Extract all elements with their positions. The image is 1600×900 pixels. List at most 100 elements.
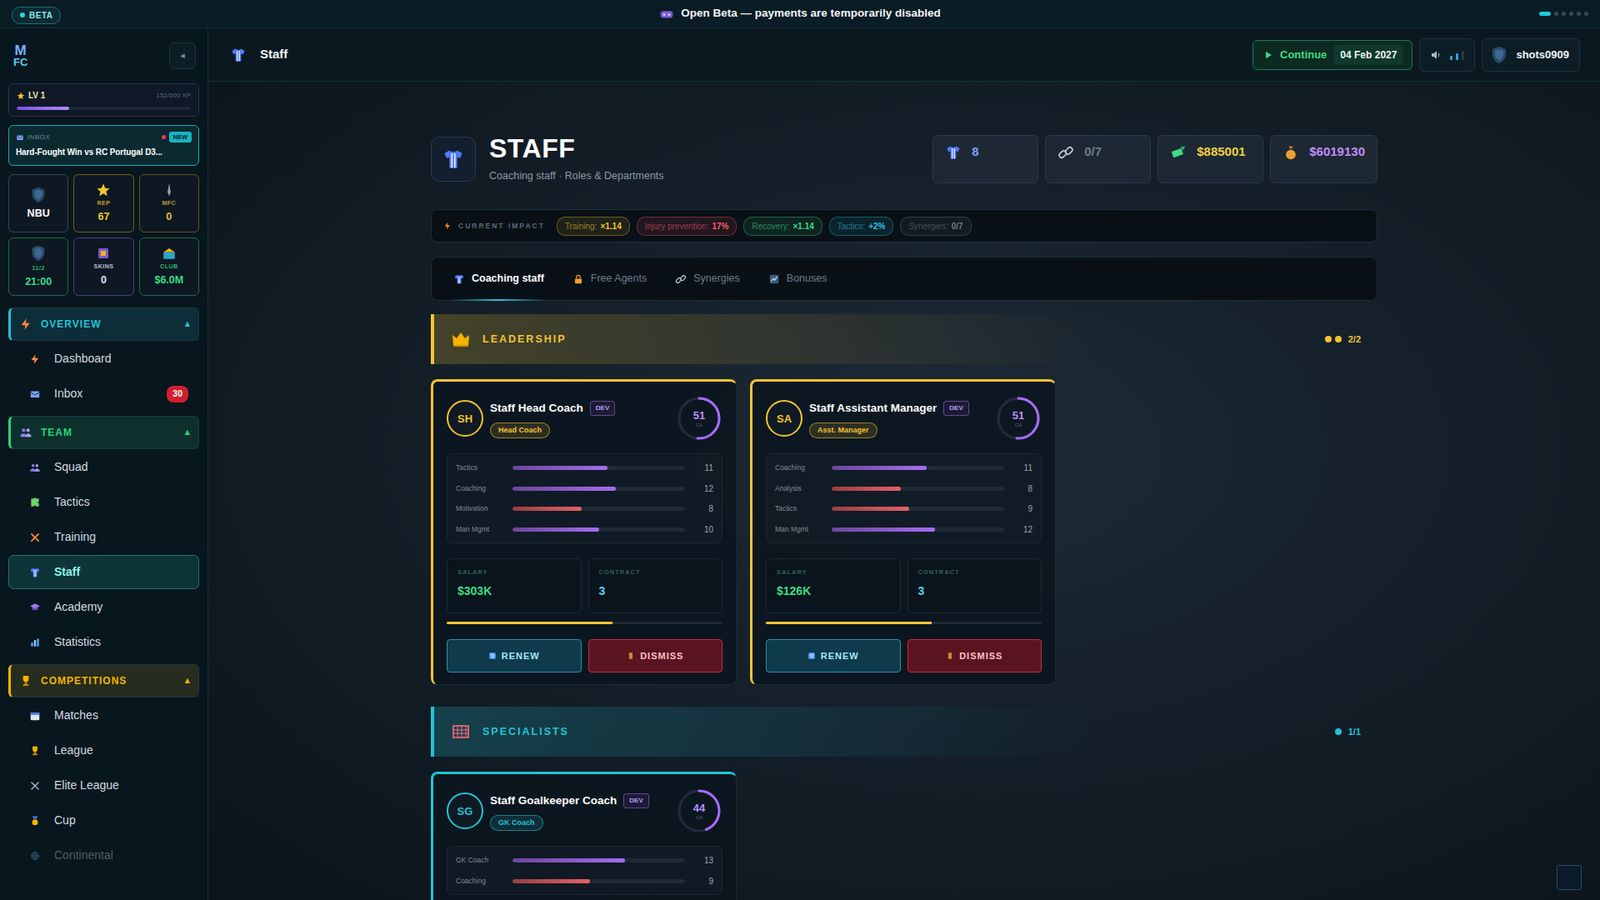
attribute-value: 11 <box>1012 461 1033 475</box>
pager-dot[interactable] <box>1561 11 1566 16</box>
stat-tile[interactable]: 11/221:00 <box>8 237 69 296</box>
section-icon <box>19 317 33 331</box>
page-subtitle: Coaching staff · Roles & Departments <box>489 168 665 185</box>
chat-widget[interactable] <box>1556 865 1582 890</box>
star-icon <box>16 91 25 100</box>
dev-badge: DEV <box>943 400 969 416</box>
attribute-bar <box>512 879 685 884</box>
contract-progress <box>765 621 1042 625</box>
rating-label: CA <box>1015 422 1022 428</box>
tab[interactable]: Coaching staff <box>445 257 553 300</box>
stat-tile[interactable]: SKINS0 <box>73 237 134 296</box>
section-toggle[interactable]: ▲ <box>185 319 190 330</box>
stat-value: $885001 <box>1196 144 1245 160</box>
sidebar-item[interactable]: Elite League <box>8 768 200 803</box>
pager-dot[interactable] <box>1584 11 1589 16</box>
pager-dot[interactable] <box>1554 11 1559 16</box>
rating-value: 51 <box>693 410 705 421</box>
volume-bar <box>1450 55 1453 60</box>
club-icon <box>161 245 177 261</box>
tile-value: 0 <box>165 209 172 225</box>
tab[interactable]: Synergies <box>666 257 749 300</box>
item-label: Elite League <box>54 776 120 795</box>
staff-badge <box>430 136 476 182</box>
nav-section-header[interactable]: TEAM▲ <box>8 415 200 450</box>
sidebar-item[interactable]: Statistics <box>8 625 200 660</box>
stat-tile[interactable]: MFC0 <box>139 174 200 233</box>
unread-dot <box>161 135 166 140</box>
section-title: LEADERSHIP <box>482 331 567 348</box>
renew-button[interactable]: RENEW <box>765 639 901 673</box>
pager-dot[interactable] <box>1569 11 1574 16</box>
impact-strip: CURRENT IMPACTTraining:×1.14Injury preve… <box>430 209 1378 243</box>
sidebar-item[interactable]: Dashboard <box>8 341 200 376</box>
slot-dot <box>1335 728 1342 735</box>
tile-label: CLUB <box>160 262 178 272</box>
staff-card[interactable]: SHStaff Head CoachDEVHead Coach51CATacti… <box>430 379 737 685</box>
sidebar-item[interactable]: Academy <box>8 590 200 625</box>
sidebar-item[interactable]: Continental <box>8 838 200 873</box>
dismiss-button[interactable]: DISMISS <box>907 639 1043 673</box>
section-toggle[interactable]: ▲ <box>185 675 190 686</box>
nav-item-icon <box>29 531 41 544</box>
dismiss-label: DISMISS <box>959 649 1003 664</box>
stat-tile[interactable]: REP67 <box>73 174 134 233</box>
stat-tile[interactable]: CLUB$6.0M <box>139 237 200 296</box>
sidebar-item[interactable]: League <box>8 733 200 768</box>
sidebar-item[interactable]: Staff <box>8 555 200 590</box>
attribute-row: Coaching11 <box>775 457 1033 479</box>
dismiss-button[interactable]: DISMISS <box>588 639 724 673</box>
renew-button[interactable]: RENEW <box>446 639 582 673</box>
sidebar-item[interactable]: Matches <box>8 698 200 733</box>
xp-text: 152/500 XP <box>155 90 191 101</box>
sidebar-item[interactable]: Squad <box>8 450 200 485</box>
sidebar-item[interactable]: Cup <box>8 803 200 838</box>
pager-dot[interactable] <box>1539 11 1551 16</box>
contract-value: 3 <box>918 582 1032 600</box>
attribute-bar <box>512 527 685 532</box>
sidebar-item[interactable]: Inbox30 <box>8 376 200 411</box>
tab[interactable]: Bonuses <box>760 257 836 300</box>
inbox-card[interactable]: INBOXNEWHard-Fought Win vs RC Portugal D… <box>8 125 200 166</box>
sound-button[interactable] <box>1419 38 1475 72</box>
impact-label: CURRENT IMPACT <box>458 220 545 232</box>
collapse-button[interactable]: ◂ <box>169 42 196 70</box>
crest-icon <box>29 244 48 263</box>
attribute-label: Motivation <box>455 503 505 515</box>
stat-tile[interactable]: NBU <box>8 174 69 233</box>
staff-card[interactable]: SAStaff Assistant ManagerDEVAsst. Manage… <box>750 379 1056 685</box>
nav-item-icon <box>29 353 41 365</box>
salary-box: SALARY$126K <box>765 558 901 614</box>
attribute-bar <box>512 486 685 491</box>
tab[interactable]: Free Agents <box>564 257 655 300</box>
stat-icon <box>1057 144 1075 161</box>
refresh-icon <box>488 651 497 660</box>
tab-label: Bonuses <box>786 270 828 287</box>
nav-item-icon <box>29 850 41 862</box>
dev-badge: DEV <box>623 793 649 809</box>
item-content: Cup <box>29 811 76 830</box>
tile-label: REP <box>97 199 111 209</box>
stat-value: 8 <box>971 144 979 160</box>
stat-tile: 8 <box>932 135 1039 184</box>
sidebar-item[interactable]: Training <box>8 520 200 555</box>
continue-button[interactable]: Continue04 Feb 2027 <box>1252 40 1413 70</box>
item-content: Statistics <box>29 633 101 651</box>
attribute-value: 8 <box>693 502 714 515</box>
nav-section-header[interactable]: COMPETITIONS▲ <box>8 664 200 698</box>
volume-bar <box>1461 50 1465 60</box>
section-toggle[interactable]: ▲ <box>185 427 190 438</box>
nav-section-header[interactable]: OVERVIEW▲ <box>8 307 200 341</box>
tile-kind <box>161 182 177 198</box>
sidebar-item[interactable]: Tactics <box>8 485 200 520</box>
stat-icon <box>1170 144 1187 161</box>
new-badge: NEW <box>169 131 193 143</box>
user-menu[interactable]: shots0909 <box>1481 38 1580 72</box>
club-logo[interactable]: MFC <box>13 45 28 66</box>
tab-bar: Coaching staff Free Agents Synergies Bonuse… <box>430 256 1378 301</box>
tile-value: $6.0M <box>154 272 184 289</box>
pager-dot[interactable] <box>1576 11 1581 16</box>
level-card[interactable]: LV 1152/500 XP <box>8 83 200 117</box>
attribute-row: Coaching12 <box>455 478 714 500</box>
staff-card[interactable]: SGStaff Goalkeeper CoachDEVGK Coach44CAG… <box>430 771 737 900</box>
